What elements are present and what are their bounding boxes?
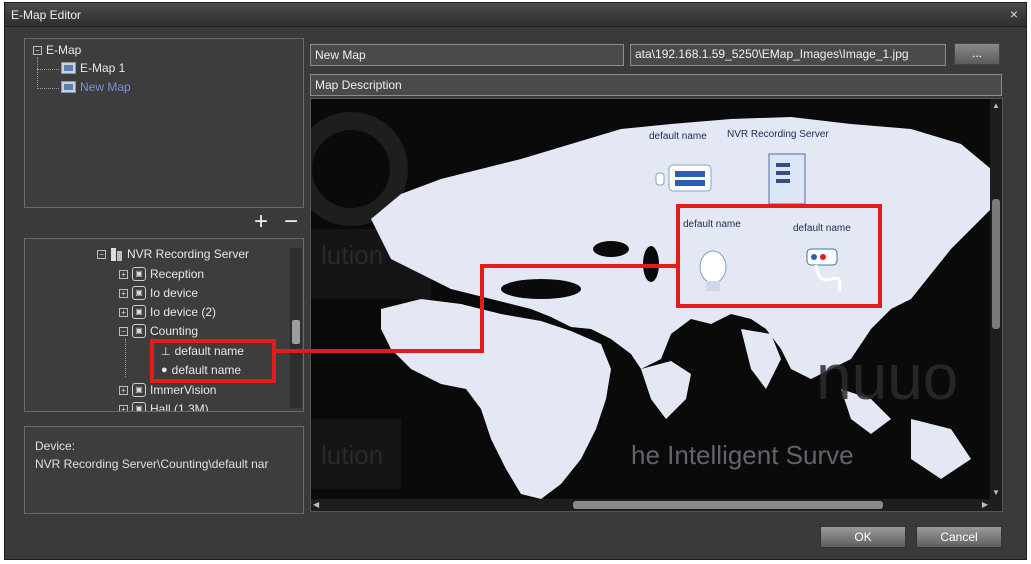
world-map: lution lution he Intelligent Surve nuuo bbox=[311, 112, 991, 499]
map-vertical-scrollbar[interactable]: ▲ ▼ bbox=[990, 99, 1002, 511]
map-horizontal-scrollbar[interactable]: ◀ ▶ bbox=[311, 499, 1002, 511]
tree-node-hall[interactable]: + ▣ Hall (1.3M) bbox=[119, 402, 209, 412]
expand-icon[interactable]: + bbox=[119, 269, 128, 279]
map-description-input[interactable] bbox=[310, 74, 1002, 96]
device-label: Device: bbox=[35, 439, 76, 453]
tree-connector bbox=[37, 69, 59, 70]
camera-icon: ▣ bbox=[132, 383, 146, 397]
tree-node-label: Io device (2) bbox=[150, 305, 217, 319]
tree-node-label: E-Map bbox=[46, 43, 82, 57]
map-image-path-field[interactable]: ata\192.168.1.59_5250\EMap_Images\Image_… bbox=[630, 44, 946, 66]
highlight-connector bbox=[276, 349, 482, 353]
tree-connector bbox=[125, 339, 126, 377]
device-tree-panel: − NVR Recording Server + ▣ Reception + ▣… bbox=[24, 238, 304, 412]
tree-node-io-device[interactable]: + ▣ Io device bbox=[119, 286, 198, 300]
tree-node-label: NVR Recording Server bbox=[127, 247, 250, 261]
close-icon[interactable]: × bbox=[1010, 6, 1018, 22]
watermark-text: he Intelligent Surve bbox=[631, 440, 854, 470]
scroll-down-icon[interactable]: ▼ bbox=[992, 488, 1000, 497]
tree-node-label: Counting bbox=[150, 324, 199, 338]
watermark-brand: nuuo bbox=[816, 341, 958, 413]
tree-node-emap-root[interactable]: − E-Map bbox=[33, 43, 81, 57]
map-icon bbox=[61, 62, 76, 74]
device-info-panel: Device: NVR Recording Server\Counting\de… bbox=[24, 426, 304, 514]
scrollbar-thumb[interactable] bbox=[573, 501, 883, 509]
tree-node-label: New Map bbox=[80, 80, 131, 94]
map-canvas[interactable]: lution lution he Intelligent Surve nuuo bbox=[310, 98, 1003, 512]
title-bar[interactable]: E-Map Editor × bbox=[5, 3, 1026, 27]
tree-node-label: Hall (1.3M) bbox=[150, 402, 209, 412]
server-icon bbox=[110, 247, 123, 261]
tree-node-label: ImmerVision bbox=[150, 383, 217, 397]
watermark-circle bbox=[311, 112, 408, 226]
collapse-icon[interactable]: − bbox=[33, 45, 42, 55]
highlight-box-map bbox=[676, 204, 882, 308]
server-icon[interactable] bbox=[768, 153, 806, 205]
scrollbar-thumb[interactable] bbox=[292, 320, 300, 344]
scrollbar-thumb[interactable] bbox=[992, 199, 1000, 329]
collapse-icon[interactable]: − bbox=[119, 326, 128, 336]
camera-icon: ▣ bbox=[132, 402, 146, 411]
expand-icon[interactable]: + bbox=[119, 307, 128, 317]
add-icon[interactable]: + bbox=[254, 210, 268, 234]
tree-connector bbox=[37, 88, 59, 89]
expand-icon[interactable]: + bbox=[119, 385, 128, 395]
mediterranean-sea bbox=[501, 279, 581, 299]
camera-icon: ▣ bbox=[132, 324, 146, 338]
highlight-connector bbox=[480, 264, 484, 353]
arabia-landmass bbox=[641, 361, 691, 419]
island-landmass bbox=[911, 419, 971, 479]
highlight-box-tree bbox=[150, 339, 276, 383]
expand-icon[interactable]: + bbox=[119, 288, 128, 298]
highlight-connector bbox=[480, 264, 678, 268]
africa-landmass bbox=[381, 299, 611, 499]
tree-connector bbox=[37, 57, 38, 89]
tree-node-io-device-2[interactable]: + ▣ Io device (2) bbox=[119, 305, 216, 319]
map-tree-panel: − E-Map E-Map 1 New Map bbox=[24, 38, 304, 208]
watermark-text: lution bbox=[321, 240, 383, 270]
device-path: NVR Recording Server\Counting\default na… bbox=[35, 457, 269, 471]
expand-icon[interactable]: + bbox=[119, 404, 128, 411]
map-name-input[interactable] bbox=[310, 44, 624, 66]
window-title: E-Map Editor bbox=[11, 8, 82, 22]
scroll-left-icon[interactable]: ◀ bbox=[313, 500, 319, 509]
camera-icon: ▣ bbox=[132, 286, 146, 300]
tree-node-new-map[interactable]: New Map bbox=[61, 80, 131, 94]
tree-node-emap-1[interactable]: E-Map 1 bbox=[61, 61, 125, 75]
tree-node-label: Io device bbox=[150, 286, 199, 300]
scroll-up-icon[interactable]: ▲ bbox=[992, 101, 1000, 110]
watermark-text: lution bbox=[321, 440, 383, 470]
map-server-label: NVR Recording Server bbox=[727, 129, 829, 140]
map-icon bbox=[61, 81, 76, 93]
collapse-icon[interactable]: − bbox=[97, 249, 106, 259]
tree-node-label: Reception bbox=[150, 267, 205, 281]
tree-node-reception[interactable]: + ▣ Reception bbox=[119, 267, 204, 281]
cancel-button[interactable]: Cancel bbox=[916, 526, 1002, 548]
tree-node-immervision[interactable]: + ▣ ImmerVision bbox=[119, 383, 216, 397]
browse-button[interactable]: ... bbox=[954, 43, 1000, 65]
tree-node-server[interactable]: − NVR Recording Server bbox=[97, 247, 249, 261]
ok-button[interactable]: OK bbox=[820, 526, 906, 548]
camera-icon: ▣ bbox=[132, 267, 146, 281]
scroll-right-icon[interactable]: ▶ bbox=[982, 500, 988, 509]
camera-icon: ▣ bbox=[132, 305, 146, 319]
tree-node-counting[interactable]: − ▣ Counting bbox=[119, 324, 198, 338]
remove-icon[interactable]: − bbox=[284, 210, 298, 234]
tree-node-label: E-Map 1 bbox=[80, 61, 126, 75]
device-tree-scrollbar[interactable] bbox=[290, 248, 302, 408]
map-device-label: default name bbox=[649, 131, 707, 142]
black-sea bbox=[593, 241, 629, 257]
